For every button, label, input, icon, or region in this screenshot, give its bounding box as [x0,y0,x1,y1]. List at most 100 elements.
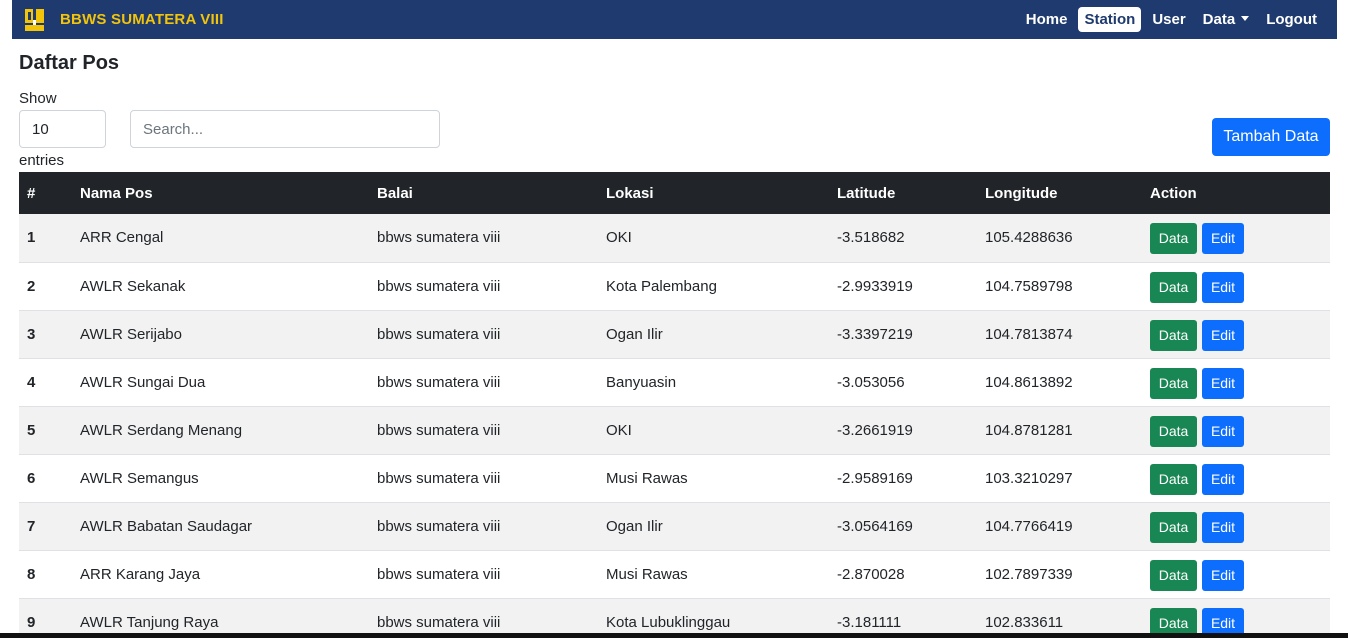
table-row: 6 AWLR Semangus bbws sumatera viii Musi Raw… [19,454,1330,502]
header-nama-pos: Nama Pos [80,184,153,202]
nav-data-dropdown[interactable]: Data [1197,7,1256,32]
brand-title: BBWS SUMATERA VIII [60,11,224,28]
table-row: 1 ARR Cengal bbws sumatera viii OKI -3.51868… [19,214,1330,262]
show-label: Show [19,90,57,107]
data-button[interactable]: Data [1150,463,1197,495]
edit-button[interactable]: Edit [1202,271,1244,303]
table-row: 9 AWLR Tanjung Raya bbws sumatera viii Kota… [19,598,1330,638]
cell-lokasi: Kota Lubuklinggau [606,613,731,631]
page-title: Daftar Pos [19,52,120,74]
nav-logout[interactable]: Logout [1260,7,1323,32]
cell-longitude: 102.7897339 [985,565,1073,583]
edit-button[interactable]: Edit [1202,367,1244,399]
cell-latitude: -3.518682 [837,229,905,247]
cell-longitude: 105.4288636 [985,229,1073,247]
nav-data-label: Data [1202,11,1236,28]
header-number: # [27,184,36,202]
table-body: 1 ARR Cengal bbws sumatera viii OKI -3.51868… [19,214,1330,638]
nav-home[interactable]: Home [1020,7,1074,32]
cell-lokasi: Kota Palembang [606,277,717,295]
header-lokasi: Lokasi [606,184,654,202]
cell-latitude: -2.9589169 [837,469,913,487]
table-row: 4 AWLR Sungai Dua bbws sumatera viii Banyua… [19,358,1330,406]
cell-lokasi: Ogan Ilir [606,325,663,343]
caret-down-icon [1241,16,1250,21]
edit-button[interactable]: Edit [1202,415,1244,447]
cell-action: Data Edit [1142,550,1330,598]
cell-number: 5 [27,421,36,439]
nav-station[interactable]: Station [1078,7,1142,32]
cell-number: 4 [27,373,36,391]
entries-length-input[interactable] [19,110,106,148]
data-button[interactable]: Data [1150,223,1197,255]
cell-longitude: 104.7766419 [985,517,1073,535]
cell-balai: bbws sumatera viii [377,565,501,583]
nav-links: Home Station User Data Logout [1015,7,1323,32]
cell-action: Data Edit [1142,262,1330,310]
table-row: 2 AWLR Sekanak bbws sumatera viii Kota Pale… [19,262,1330,310]
cell-latitude: -3.053056 [837,373,905,391]
cell-action: Data Edit [1142,454,1330,502]
entries-label: entries [19,152,65,169]
cell-balai: bbws sumatera viii [377,325,501,343]
edit-button[interactable]: Edit [1202,223,1244,255]
edit-button[interactable]: Edit [1202,559,1244,591]
brand[interactable]: BBWS SUMATERA VIII [24,8,224,32]
table-row: 8 ARR Karang Jaya bbws sumatera viii Musi R… [19,550,1330,598]
cell-longitude: 104.8781281 [985,421,1073,439]
edit-button[interactable]: Edit [1202,463,1244,495]
cell-action: Data Edit [1142,406,1330,454]
data-button[interactable]: Data [1150,415,1197,447]
search-input[interactable] [130,110,440,148]
cell-lokasi: Musi Rawas [606,565,688,583]
cell-nama-pos: AWLR Tanjung Raya [80,613,219,631]
cell-latitude: -2.9933919 [837,277,913,295]
data-button[interactable]: Data [1150,511,1197,543]
cell-nama-pos: AWLR Semangus [80,469,199,487]
cell-lokasi: Banyuasin [606,373,677,391]
cell-nama-pos: AWLR Sekanak [80,277,186,295]
cell-latitude: -3.2661919 [837,421,913,439]
cell-latitude: -3.0564169 [837,517,913,535]
header-longitude: Longitude [985,184,1058,202]
cell-nama-pos: AWLR Serdang Menang [80,421,243,439]
cell-balai: bbws sumatera viii [377,229,501,247]
edit-button[interactable]: Edit [1202,511,1244,543]
data-button[interactable]: Data [1150,559,1197,591]
data-button[interactable]: Data [1150,319,1197,351]
cell-number: 2 [27,277,36,295]
cell-balai: bbws sumatera viii [377,421,501,439]
data-button[interactable]: Data [1150,271,1197,303]
cell-action: Data Edit [1142,358,1330,406]
top-navbar: BBWS SUMATERA VIII Home Station User Dat… [12,0,1337,39]
cell-balai: bbws sumatera viii [377,517,501,535]
header-balai: Balai [377,184,413,202]
cell-action: Data Edit [1142,214,1330,262]
cell-nama-pos: ARR Cengal [80,229,164,247]
cell-balai: bbws sumatera viii [377,373,501,391]
cell-nama-pos: AWLR Serijabo [80,325,182,343]
add-data-button[interactable]: Tambah Data [1212,118,1330,156]
table-row: 5 AWLR Serdang Menang bbws sumatera viii OK… [19,406,1330,454]
cell-lokasi: Musi Rawas [606,469,688,487]
cell-action: Data Edit [1142,502,1330,550]
nav-user[interactable]: User [1146,7,1191,32]
cell-nama-pos: ARR Karang Jaya [80,565,201,583]
table-row: 3 AWLR Serijabo bbws sumatera viii Ogan Ili… [19,310,1330,358]
cell-number: 9 [27,613,36,631]
table-row: 7 AWLR Babatan Saudagar bbws sumatera viii… [19,502,1330,550]
edit-button[interactable]: Edit [1202,319,1244,351]
data-button[interactable]: Data [1150,367,1197,399]
cell-latitude: -2.870028 [837,565,905,583]
cell-number: 6 [27,469,36,487]
cell-balai: bbws sumatera viii [377,469,501,487]
cell-balai: bbws sumatera viii [377,613,501,631]
station-table: # Nama Pos Balai Lokasi Latitude Longitu… [19,172,1330,638]
cell-lokasi: Ogan Ilir [606,517,663,535]
cell-longitude: 104.8613892 [985,373,1073,391]
cell-latitude: -3.3397219 [837,325,913,343]
cell-longitude: 104.7813874 [985,325,1073,343]
cell-number: 3 [27,325,36,343]
header-action: Action [1150,184,1197,202]
cell-lokasi: OKI [606,229,632,247]
